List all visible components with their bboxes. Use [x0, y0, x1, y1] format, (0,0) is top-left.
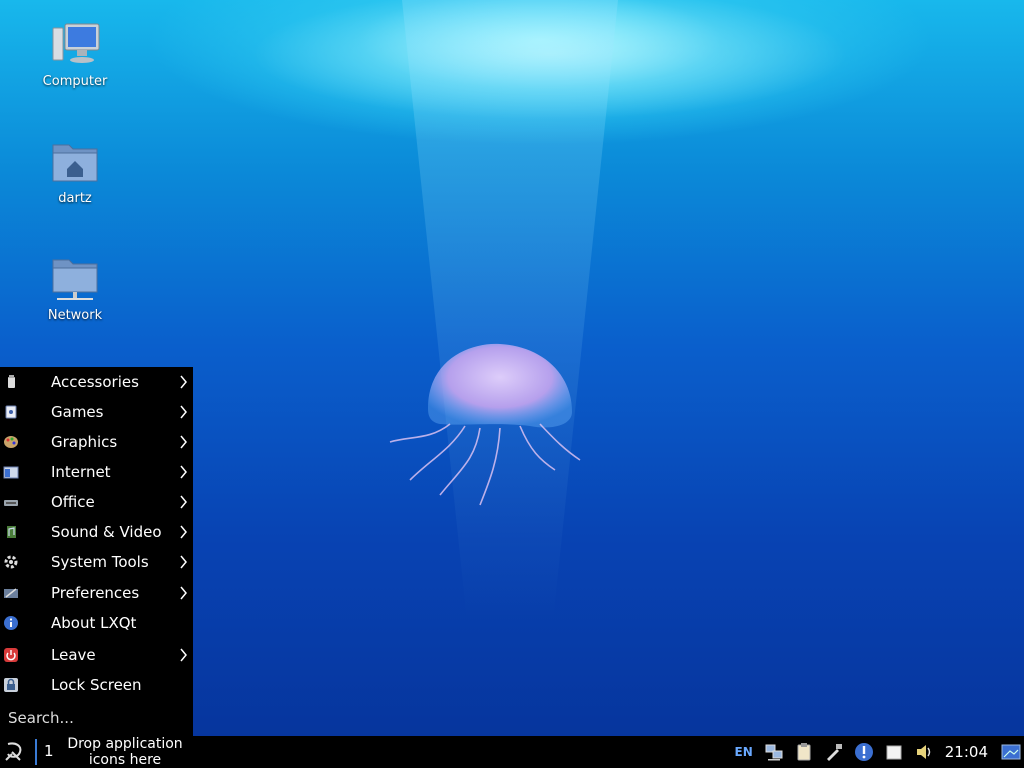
menu-item-about-lxqt[interactable]: About LXQt — [0, 608, 193, 638]
chevron-right-icon — [180, 648, 187, 662]
speaker-icon — [916, 745, 931, 759]
internet-icon — [3, 466, 19, 479]
sound-video-icon — [7, 526, 16, 538]
games-icon — [5, 405, 17, 419]
chevron-right-icon — [180, 375, 187, 389]
accessories-icon — [8, 375, 15, 388]
lxqt-start-menu-icon[interactable] — [2, 740, 28, 764]
desktop-switcher-indicator — [35, 739, 37, 765]
taskbar: 1 Drop application icons here EN 21:04 — [0, 736, 1024, 768]
keyboard-layout-indicator[interactable]: EN — [735, 745, 753, 759]
menu-item-games[interactable]: Games — [0, 397, 193, 427]
system-tray: EN 21:04 — [735, 736, 1024, 768]
notification-tray-button[interactable] — [851, 741, 877, 763]
application-menu: Accessories Games Graphics Internet Offi… — [0, 367, 193, 736]
chevron-right-icon — [180, 465, 187, 479]
clock[interactable]: 21:04 — [945, 743, 988, 761]
system-tools-icon — [4, 555, 18, 569]
menu-item-office[interactable]: Office — [0, 487, 193, 517]
menu-item-system-tools[interactable]: System Tools — [0, 547, 193, 577]
chevron-right-icon — [180, 586, 187, 600]
drive-icon — [886, 745, 902, 760]
chevron-right-icon — [180, 495, 187, 509]
menu-item-leave[interactable]: Leave — [0, 640, 193, 670]
menu-item-internet[interactable]: Internet — [0, 457, 193, 487]
info-icon — [4, 616, 18, 630]
desktop-icon-home-folder[interactable]: dartz — [20, 139, 130, 206]
screenshot-tray-button[interactable] — [821, 741, 847, 763]
chevron-right-icon — [180, 525, 187, 539]
preferences-icon — [4, 588, 18, 598]
clipboard-icon — [797, 743, 811, 761]
clipboard-tray-button[interactable] — [791, 741, 817, 763]
menu-search-input[interactable] — [0, 704, 193, 732]
desktop-icon-network[interactable]: Network — [20, 256, 130, 323]
pen-icon — [826, 744, 842, 761]
desktop-switcher-button[interactable]: 1 — [44, 742, 54, 760]
computer-icon — [52, 23, 100, 63]
lock-icon — [4, 678, 18, 692]
desktop-icon-label: Network — [47, 308, 103, 323]
network-icon — [765, 744, 783, 761]
chevron-right-icon — [180, 555, 187, 569]
menu-item-accessories[interactable]: Accessories — [0, 367, 193, 397]
office-icon — [4, 500, 18, 506]
graphics-icon — [4, 436, 18, 448]
show-desktop-button[interactable] — [998, 741, 1024, 763]
home-folder-icon — [52, 144, 98, 182]
network-tray-button[interactable] — [761, 741, 787, 763]
removable-media-tray-button[interactable] — [881, 741, 907, 763]
desktop-icon-label: dartz — [58, 191, 92, 206]
volume-tray-button[interactable] — [911, 741, 937, 763]
chevron-right-icon — [180, 405, 187, 419]
show-desktop-icon — [1001, 744, 1021, 760]
network-folder-icon — [52, 259, 98, 300]
menu-item-lock-screen[interactable]: Lock Screen — [0, 670, 193, 700]
jellyfish-wallpaper-image — [389, 343, 581, 506]
quicklaunch-area[interactable]: Drop application icons here — [58, 736, 192, 768]
notification-icon — [854, 743, 873, 761]
menu-item-graphics[interactable]: Graphics — [0, 427, 193, 457]
menu-item-preferences[interactable]: Preferences — [0, 578, 193, 608]
menu-item-sound-video[interactable]: Sound & Video — [0, 517, 193, 547]
desktop-icon-computer[interactable]: Computer — [20, 22, 130, 89]
chevron-right-icon — [180, 435, 187, 449]
desktop-icon-label: Computer — [42, 74, 108, 89]
power-icon — [4, 648, 18, 662]
